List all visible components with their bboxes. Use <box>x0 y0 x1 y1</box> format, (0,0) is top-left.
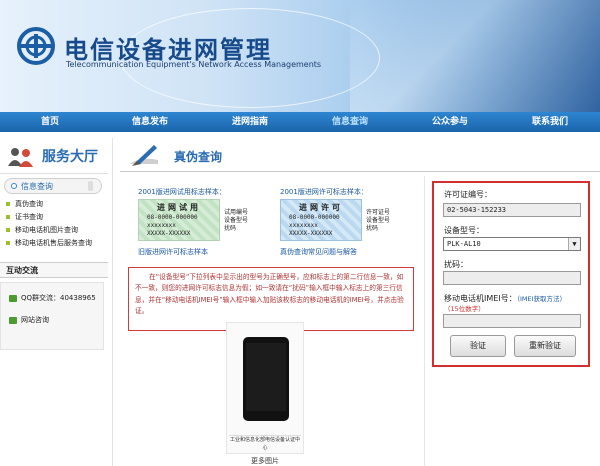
old-sample-link[interactable]: 旧版进网许可标志样本 <box>138 247 208 257</box>
sidebar-item-label: 真伪查询 <box>15 200 43 208</box>
nav-item-contact[interactable]: 联系我们 <box>500 112 600 132</box>
bullet-icon <box>6 241 10 245</box>
sample-license-legend: 许可证号 设备型号 扰码 <box>366 209 390 233</box>
sample-license-caption: 2001版进网许可标志样本： <box>280 188 368 196</box>
chat-icon <box>9 316 17 324</box>
sidebar-divider <box>112 138 113 466</box>
phone-image-caption: 工业和信息化部电信设备认证中心 <box>229 435 301 451</box>
legend-item: 设备型号 <box>224 217 249 224</box>
site-banner: 电信设备进网管理 Telecommunication Equipment's N… <box>0 0 600 112</box>
site-consult-link[interactable]: 网站咨询 <box>5 313 99 327</box>
scramble-code-label: 扰码： <box>444 260 468 269</box>
legend-item: 设备型号 <box>366 217 391 224</box>
chevron-down-icon[interactable]: ▼ <box>568 238 580 250</box>
sample-card-line: XXXXX-XXXXXX <box>147 230 191 237</box>
legend-item: 许可证号 <box>366 209 391 216</box>
reverify-button[interactable]: 重新验证 <box>514 335 576 357</box>
license-number-label: 许可证编号： <box>444 190 492 199</box>
legend-item: 扰码 <box>366 225 379 232</box>
sidebar-item-certificate[interactable]: 证书查询 <box>0 211 108 224</box>
sidebar-item-phone-images[interactable]: 移动电话机图片查询 <box>0 224 108 237</box>
legend-item: 试用编号 <box>224 209 249 216</box>
radio-dot-icon <box>11 183 17 189</box>
site-consult-label: 网站咨询 <box>21 316 49 324</box>
slider-knob-icon <box>88 181 93 191</box>
page-title: 真伪查询 <box>174 150 223 164</box>
sidebar-item-after-sales[interactable]: 移动电话机售后服务查询 <box>0 237 108 250</box>
category-tab-label: 信息查询 <box>21 182 53 191</box>
sample-trial-card-title: 进网试用 <box>157 203 201 212</box>
qq-group-label: QQ群交流：40438965 <box>21 294 96 302</box>
sample-card-line: 08-0000-000000 <box>147 214 198 221</box>
brush-icon <box>130 145 158 166</box>
query-form: 许可证编号： 02-5043-152233 设备型号： PLK-AL10 ▼ 扰… <box>432 181 590 367</box>
sidebar-item-label: 移动电话机图片查询 <box>15 226 78 234</box>
sidebar-menu: 真伪查询 证书查询 移动电话机图片查询 移动电话机售后服务查询 <box>0 198 108 250</box>
imei-digits-hint: （15位数字） <box>444 305 485 313</box>
nav-item-participation[interactable]: 公众参与 <box>400 112 500 132</box>
sample-trial-card: 进网试用 08-0000-000000 xxxxxxxx XXXXX-XXXXX… <box>138 199 220 241</box>
sample-license-card-title: 进网许可 <box>299 203 343 212</box>
sample-card-line: xxxxxxxx <box>147 222 176 229</box>
nav-item-query[interactable]: 信息查询 <box>300 112 400 132</box>
nav-item-news[interactable]: 信息发布 <box>100 112 200 132</box>
sample-license-mark: 2001版进网许可标志样本： 进网许可 08-0000-000000 xxxxx… <box>280 187 420 259</box>
sidebar-item-label: 证书查询 <box>15 213 43 221</box>
service-hall-title: 服务大厅 <box>42 149 98 165</box>
device-model-value: PLK-AL10 <box>447 240 481 248</box>
sidebar: 服务大厅 信息查询 真伪查询 证书查询 移动电话机图片查询 移动电话机售后服务查… <box>0 138 108 350</box>
bullet-icon <box>6 228 10 232</box>
phone-picture <box>243 337 289 421</box>
more-images-link[interactable]: 更多图片 <box>251 456 279 466</box>
category-tab-info-query[interactable]: 信息查询 <box>4 178 102 194</box>
verify-button[interactable]: 验证 <box>450 335 506 357</box>
sample-trial-legend: 试用编号 设备型号 扰码 <box>224 209 248 233</box>
content-divider <box>424 176 425 466</box>
sample-trial-mark: 2001版进网试用标志样本： 进网试用 08-0000-000000 xxxxx… <box>138 187 278 259</box>
sample-card-line: xxxxxxxx <box>289 222 318 229</box>
interaction-header: 互动交流 <box>0 262 108 278</box>
legend-item: 扰码 <box>224 225 237 232</box>
sidebar-item-label: 移动电话机售后服务查询 <box>15 239 92 247</box>
sample-license-card: 进网许可 08-0000-000000 xxxxxxxx XXXXX-XXXXX… <box>280 199 362 241</box>
sample-card-line: 08-0000-000000 <box>289 214 340 221</box>
sample-trial-caption: 2001版进网试用标志样本： <box>138 188 226 196</box>
sidebar-item-authenticity[interactable]: 真伪查询 <box>0 198 108 211</box>
nav-item-guide[interactable]: 进网指南 <box>200 112 300 132</box>
qq-group-link[interactable]: QQ群交流：40438965 <box>5 291 99 305</box>
site-subtitle: Telecommunication Equipment's Network Ac… <box>66 60 322 69</box>
page-header: 真伪查询 <box>120 138 600 172</box>
qq-icon <box>9 294 17 302</box>
nav-item-home[interactable]: 首页 <box>0 112 100 132</box>
faq-link[interactable]: 真伪查询常见问题与解答 <box>280 247 357 257</box>
device-model-label: 设备型号： <box>444 226 484 235</box>
site-logo-icon <box>17 27 55 65</box>
people-icon <box>8 148 33 167</box>
phone-image[interactable]: 工业和信息化部电信设备认证中心 <box>226 322 304 454</box>
interaction-box: QQ群交流：40438965 网站咨询 <box>0 282 104 350</box>
device-model-select[interactable]: PLK-AL10 ▼ <box>443 237 581 251</box>
main-nav: 首页 信息发布 进网指南 信息查询 公众参与 联系我们 <box>0 112 600 132</box>
banner-tower-image <box>350 0 600 112</box>
scramble-code-input[interactable] <box>443 271 581 285</box>
service-hall-header: 服务大厅 <box>0 138 108 174</box>
license-number-input[interactable]: 02-5043-152233 <box>443 203 581 217</box>
imei-input[interactable] <box>443 314 581 328</box>
imei-help-link[interactable]: （IMEI获取方法） <box>517 295 566 303</box>
sample-card-line: XXXXX-XXXXXX <box>289 230 333 237</box>
bullet-icon <box>6 202 10 206</box>
bullet-icon <box>6 215 10 219</box>
imei-label: 移动电话机IMEI号： <box>444 294 517 303</box>
